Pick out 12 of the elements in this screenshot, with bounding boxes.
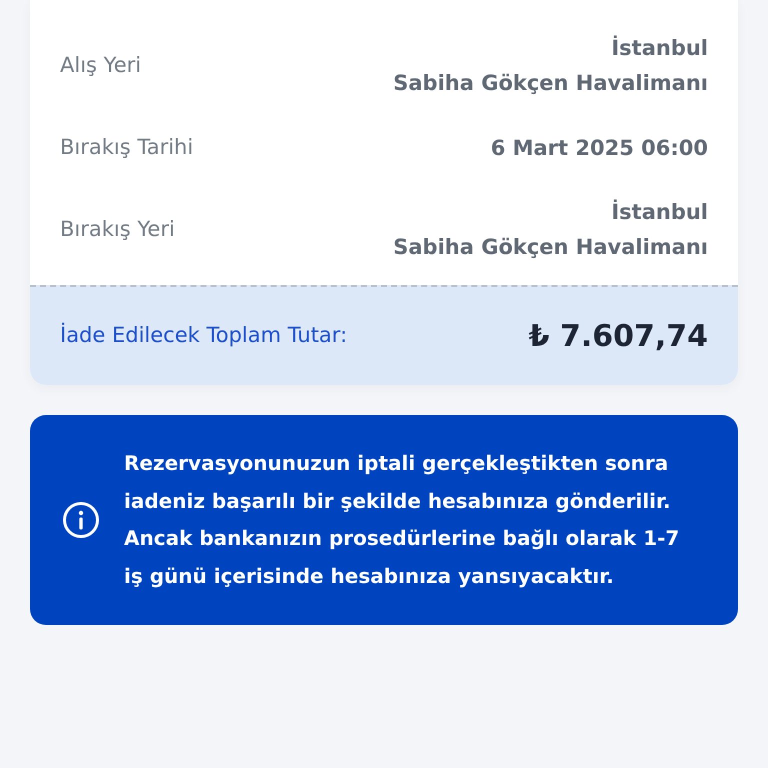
detail-label: Bırakış Yeri bbox=[60, 216, 175, 244]
detail-label: Bırakış Tarihi bbox=[60, 134, 194, 162]
detail-value: Sabiha Gökçen Havalimanı bbox=[393, 70, 708, 97]
refund-amount: ₺ 7.607,74 bbox=[528, 318, 708, 356]
detail-label: Alış Yeri bbox=[60, 52, 142, 80]
detail-value: 6 Mart 2025 06:00 bbox=[490, 134, 708, 162]
info-icon bbox=[62, 501, 100, 539]
detail-value: İstanbul bbox=[611, 34, 708, 62]
detail-value: İstanbul bbox=[611, 198, 708, 226]
refund-label: İade Edilecek Toplam Tutar: bbox=[60, 322, 348, 350]
detail-value: Sabiha Gökçen Havalimanı bbox=[393, 234, 708, 261]
info-text: Rezervasyonunuzun iptali gerçekleştikten sonra iadeniz başarılı bir şekilde hesabınıza gönderilir. Ancak bankanızın prosedürlerine bağlı olarak 1-7 iş günü içerisinde hesabınıza yansıyacaktır. bbox=[124, 450, 680, 590]
